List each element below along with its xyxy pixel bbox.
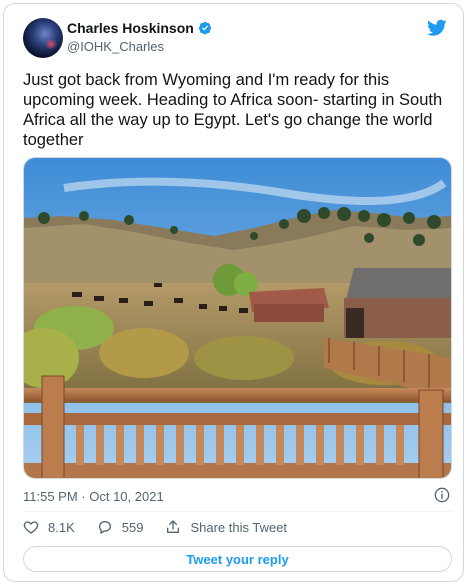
tweet-card: Charles Hoskinson @IOHK_Charles Just got…: [3, 3, 464, 582]
ranch-landscape-image: [24, 158, 451, 478]
author-name-row[interactable]: Charles Hoskinson: [67, 20, 212, 36]
reply-action[interactable]: 559: [97, 519, 144, 535]
tweet-text: Just got back from Wyoming and I'm ready…: [23, 71, 443, 149]
author-name[interactable]: Charles Hoskinson: [67, 20, 194, 36]
like-action[interactable]: 8.1K: [23, 519, 75, 535]
tweet-timestamp[interactable]: 11:55 PM · Oct 10, 2021: [23, 489, 164, 504]
tweet-actions: 8.1K 559 Share this Tweet: [23, 519, 309, 535]
share-action[interactable]: Share this Tweet: [165, 519, 287, 535]
avatar[interactable]: [23, 18, 63, 58]
tweet-your-reply-button[interactable]: Tweet your reply: [23, 546, 452, 572]
author-handle[interactable]: @IOHK_Charles: [67, 39, 164, 54]
heart-icon[interactable]: [23, 519, 39, 535]
reply-count: 559: [121, 519, 144, 535]
divider: [23, 511, 452, 512]
share-icon[interactable]: [165, 519, 181, 535]
reply-icon[interactable]: [97, 519, 113, 535]
twitter-bird-icon[interactable]: [427, 19, 447, 37]
like-count: 8.1K: [48, 519, 75, 535]
verified-badge-icon: [198, 21, 211, 35]
share-label: Share this Tweet: [190, 519, 288, 535]
tweet-photo[interactable]: [23, 157, 452, 479]
info-icon[interactable]: [434, 487, 450, 503]
